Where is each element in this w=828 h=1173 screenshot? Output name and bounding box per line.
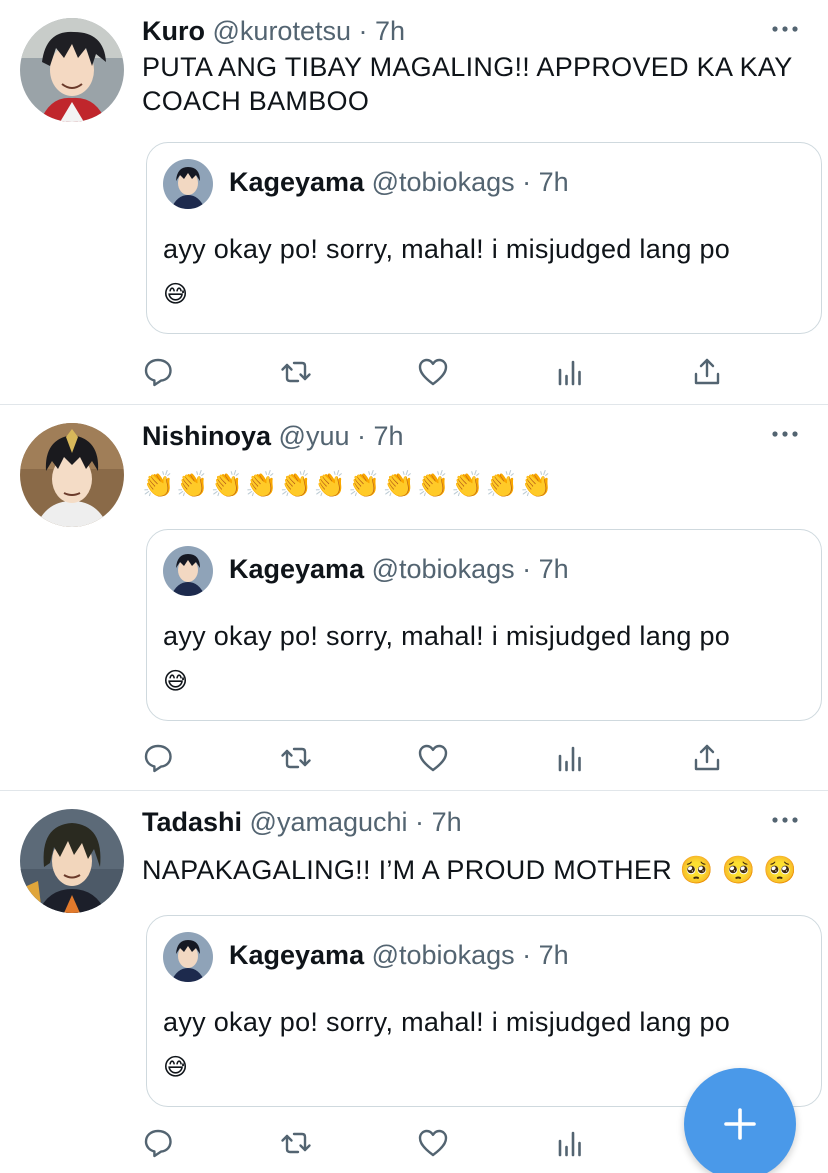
more-icon[interactable]: [770, 813, 800, 827]
quoted-text-content: ayy okay po! sorry, mahal! i misjudged l…: [163, 621, 731, 651]
kageyama-avatar-icon: [163, 546, 213, 596]
quoted-display-name: Kageyama: [229, 554, 365, 584]
like-icon[interactable]: [415, 354, 451, 390]
kuro-avatar-icon: [20, 18, 124, 122]
quoted-timestamp: 7h: [538, 940, 569, 970]
quoted-handle: @tobiokags: [371, 940, 515, 970]
tweet-actions: [142, 1125, 732, 1161]
tweet[interactable]: Kuro @kurotetsu · 7h PUTA ANG TIBAY MAGA…: [0, 0, 828, 405]
retweet-icon[interactable]: [278, 1125, 314, 1161]
quoted-text-content: ayy okay po! sorry, mahal! i misjudged l…: [163, 1007, 731, 1037]
tweet[interactable]: Nishinoya @yuu · 7h 👏👏👏👏👏👏👏👏👏👏👏👏 Kageyam…: [0, 405, 828, 791]
quoted-timestamp: 7h: [538, 167, 569, 197]
emoji: 😅: [163, 668, 189, 695]
display-name[interactable]: Kuro: [142, 16, 205, 46]
quoted-header: Kageyama @tobiokags · 7h: [229, 938, 569, 972]
avatar[interactable]: [20, 423, 124, 527]
tweet-header: Nishinoya @yuu · 7h: [142, 419, 404, 453]
user-handle[interactable]: @kurotetsu: [213, 16, 351, 46]
quoted-header: Kageyama @tobiokags · 7h: [229, 165, 569, 199]
analytics-icon[interactable]: [552, 740, 588, 776]
quoted-display-name: Kageyama: [229, 167, 365, 197]
quoted-timestamp: 7h: [538, 554, 569, 584]
quoted-handle: @tobiokags: [371, 554, 515, 584]
tweet-header: Tadashi @yamaguchi · 7h: [142, 805, 462, 839]
quoted-display-name: Kageyama: [229, 940, 365, 970]
emoji: 😅: [163, 1054, 189, 1081]
separator-dot: ·: [358, 16, 368, 46]
quoted-avatar: [163, 159, 213, 209]
tweet-text: PUTA ANG TIBAY MAGALING!! APPROVED KA KA…: [142, 52, 793, 116]
quoted-text-content: ayy okay po! sorry, mahal! i misjudged l…: [163, 234, 731, 264]
compose-plus-icon: [724, 1108, 756, 1140]
kageyama-avatar-icon: [163, 932, 213, 982]
quoted-text: ayy okay po! sorry, mahal! i misjudged l…: [163, 227, 803, 317]
tadashi-avatar-icon: [20, 809, 124, 913]
display-name[interactable]: Nishinoya: [142, 421, 271, 451]
separator-dot: ·: [357, 421, 367, 451]
timestamp[interactable]: 7h: [432, 807, 462, 837]
more-icon[interactable]: [770, 427, 800, 441]
avatar[interactable]: [20, 809, 124, 913]
analytics-icon[interactable]: [552, 354, 588, 390]
quoted-tweet[interactable]: Kageyama @tobiokags · 7h ayy okay po! so…: [146, 529, 822, 721]
nishinoya-avatar-icon: [20, 423, 124, 527]
quoted-header: Kageyama @tobiokags · 7h: [229, 552, 569, 586]
separator-dot: ·: [522, 167, 532, 197]
separator-dot: ·: [415, 807, 425, 837]
quoted-handle: @tobiokags: [371, 167, 515, 197]
retweet-icon[interactable]: [278, 740, 314, 776]
like-icon[interactable]: [415, 1125, 451, 1161]
reply-icon[interactable]: [140, 354, 176, 390]
like-icon[interactable]: [415, 740, 451, 776]
tweet-text: NAPAKAGALING!! I’M A PROUD MOTHER 🥺 🥺 🥺: [142, 855, 798, 885]
share-icon[interactable]: [689, 354, 725, 390]
display-name[interactable]: Tadashi: [142, 807, 242, 837]
quoted-tweet[interactable]: Kageyama @tobiokags · 7h ayy okay po! so…: [146, 142, 822, 334]
retweet-icon[interactable]: [278, 354, 314, 390]
separator-dot: ·: [522, 554, 532, 584]
quoted-text: ayy okay po! sorry, mahal! i misjudged l…: [163, 1000, 803, 1090]
timestamp[interactable]: 7h: [375, 16, 405, 46]
reply-icon[interactable]: [140, 740, 176, 776]
timestamp[interactable]: 7h: [374, 421, 404, 451]
user-handle[interactable]: @yuu: [279, 421, 350, 451]
reply-icon[interactable]: [140, 1125, 176, 1161]
quoted-avatar: [163, 546, 213, 596]
quoted-avatar: [163, 932, 213, 982]
share-icon[interactable]: [689, 740, 725, 776]
avatar[interactable]: [20, 18, 124, 122]
user-handle[interactable]: @yamaguchi: [250, 807, 408, 837]
tweet-header: Kuro @kurotetsu · 7h: [142, 14, 405, 48]
tweet-text: 👏👏👏👏👏👏👏👏👏👏👏👏: [142, 469, 555, 499]
kageyama-avatar-icon: [163, 159, 213, 209]
emoji: 😅: [163, 281, 189, 308]
tweet-actions: [142, 740, 732, 776]
timeline-feed: Kuro @kurotetsu · 7h PUTA ANG TIBAY MAGA…: [0, 0, 828, 1173]
compose-button[interactable]: [684, 1068, 796, 1173]
analytics-icon[interactable]: [552, 1125, 588, 1161]
separator-dot: ·: [522, 940, 532, 970]
tweet-actions: [142, 354, 732, 390]
quoted-text: ayy okay po! sorry, mahal! i misjudged l…: [163, 614, 803, 704]
more-icon[interactable]: [770, 22, 800, 36]
